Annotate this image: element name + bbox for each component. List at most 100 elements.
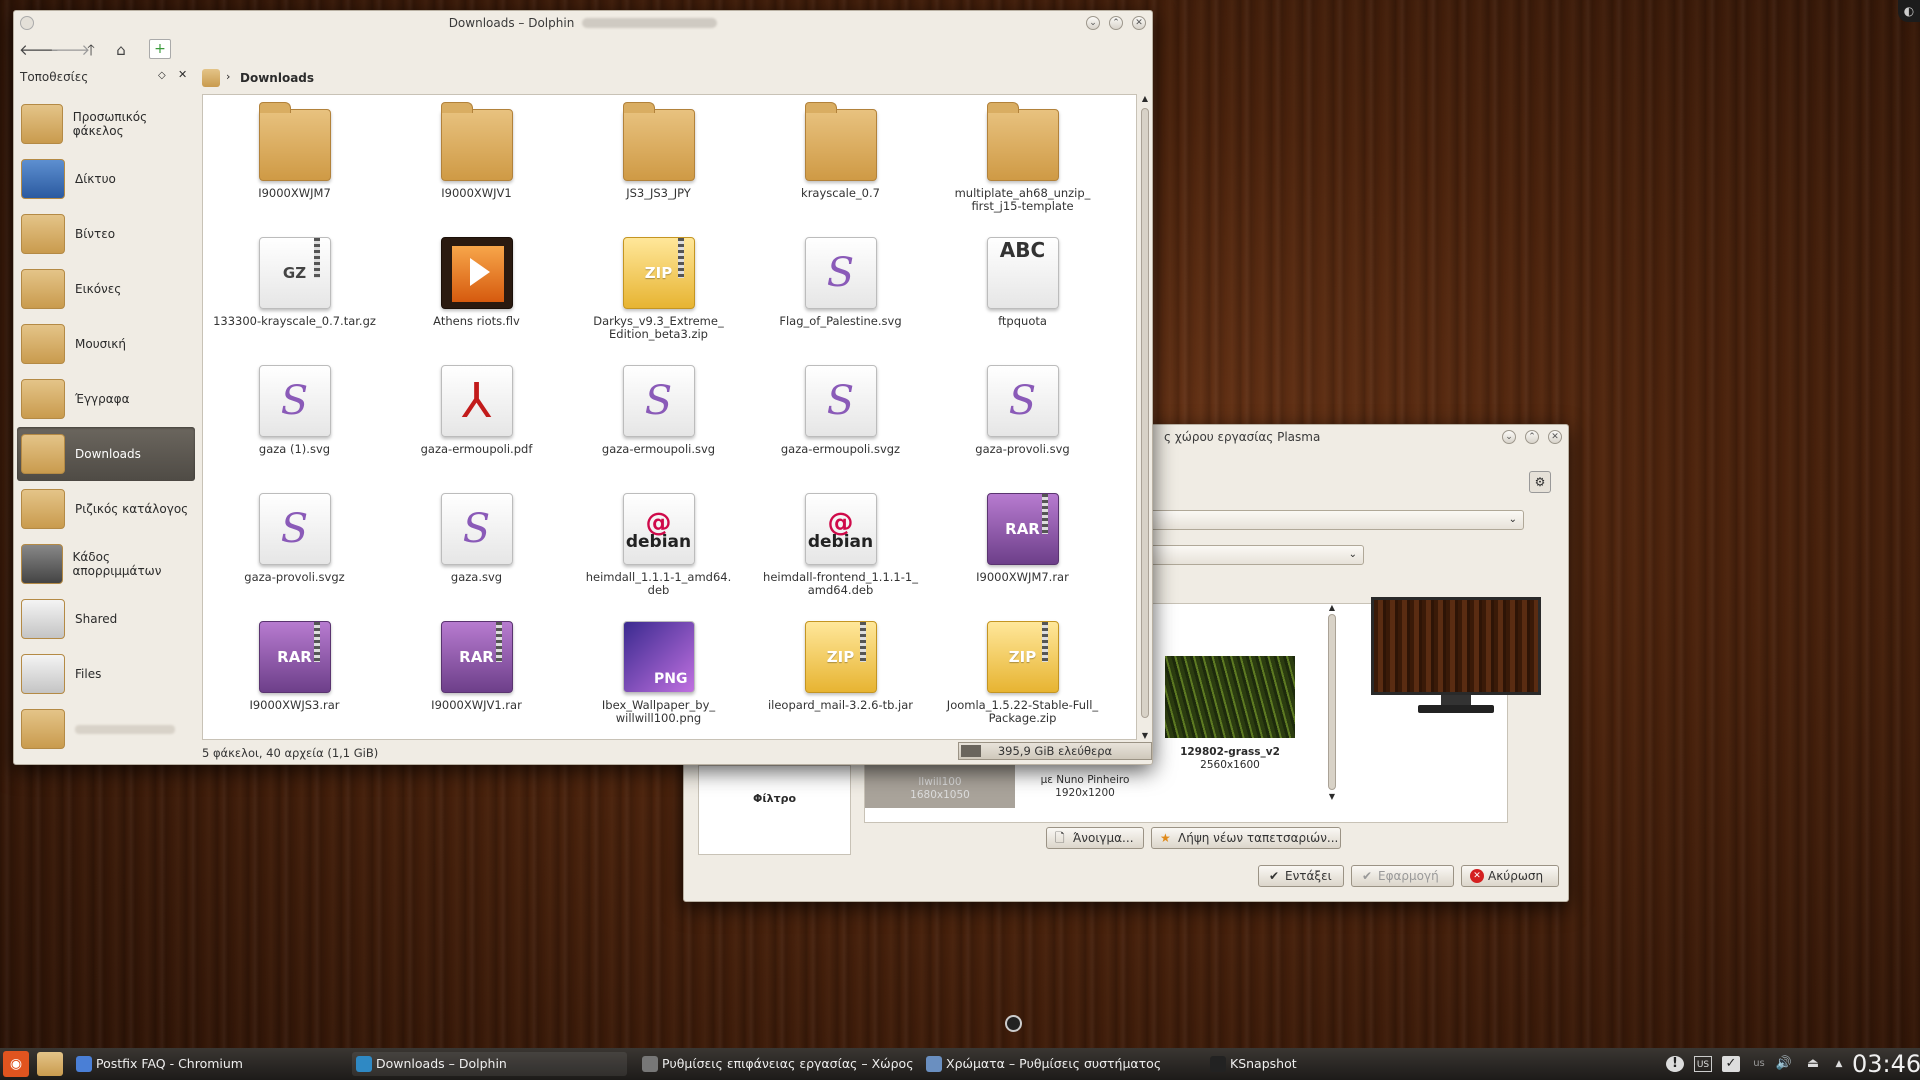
file-name: I9000XWJV1 — [441, 186, 512, 200]
language-icon[interactable]: us — [1750, 1056, 1768, 1072]
place-item-wifi[interactable] — [17, 702, 195, 756]
place-item[interactable]: Shared — [17, 592, 195, 646]
file-name: I9000XWJM7.rar — [976, 570, 1069, 584]
file-item[interactable]: Sgaza.svg — [394, 493, 559, 584]
wallpaper-type-combobox[interactable]: ⌄ — [1144, 545, 1364, 565]
back-button[interactable]: 🡐 — [19, 39, 59, 61]
svg-image-icon: S — [258, 365, 331, 437]
file-item[interactable]: RAR I9000XWJV1.rar — [394, 621, 559, 712]
keyboard-icon[interactable]: US — [1694, 1056, 1712, 1072]
file-item[interactable]: GZ 133300-krayscale_0.7.tar.gz — [212, 237, 377, 328]
close-button[interactable]: ✕ — [1132, 16, 1146, 30]
file-item[interactable]: multiplate_ah68_unzip_ first_j15-templat… — [940, 102, 1105, 213]
file-item[interactable]: I9000XWJM7 — [212, 102, 377, 200]
wallpaper-item-mid[interactable]: με Nuno Pinheiro 1920x1200 — [1015, 774, 1155, 800]
wallpaper-item-left[interactable]: llwill100 1680x1050 — [865, 764, 1015, 808]
place-item[interactable]: Βίντεο — [17, 207, 195, 261]
place-item[interactable]: Ριζικός κατάλογος — [17, 482, 195, 536]
new-tab-button[interactable]: + — [149, 39, 171, 59]
places-close-button[interactable]: ✕ — [178, 68, 187, 81]
open-wallpaper-button[interactable]: 🗋 Άνοιγμα... — [1046, 827, 1144, 849]
desktop-corner-toolbox[interactable]: ◐ — [1898, 0, 1920, 22]
file-item[interactable]: S Flag_of_Palestine.svg — [758, 237, 923, 328]
breadcrumb[interactable]: Downloads — [240, 71, 314, 85]
maximize-button[interactable]: ⌃ — [1525, 430, 1539, 444]
file-item[interactable]: ZIP ileopard_mail-3.2.6-tb.jar — [758, 621, 923, 712]
file-item[interactable]: ABC ftpquota — [940, 237, 1105, 328]
scroll-down-arrow[interactable]: ▼ — [1326, 792, 1338, 801]
taskbar-task[interactable]: KSnapshot — [1206, 1052, 1356, 1076]
taskbar-task[interactable]: Downloads – Dolphin — [352, 1052, 627, 1076]
folder-launcher-icon[interactable] — [37, 1052, 63, 1076]
ok-button[interactable]: ✔ Εντάξει — [1258, 865, 1344, 887]
check-icon: ✔ — [1362, 869, 1373, 883]
file-item[interactable]: ⅄ gaza-ermoupoli.pdf — [394, 365, 559, 456]
file-item[interactable]: Sgaza-ermoupoli.svgz — [758, 365, 923, 456]
minimize-button[interactable]: ⌄ — [1086, 16, 1100, 30]
scroll-thumb[interactable] — [1328, 614, 1336, 790]
dolphin-titlebar[interactable]: Downloads – Dolphin — [14, 11, 1152, 35]
place-item[interactable]: Προσωπικός φάκελος — [17, 97, 195, 151]
location-bar[interactable]: › Downloads — [202, 67, 1142, 89]
scroll-down-arrow[interactable]: ▼ — [1139, 731, 1151, 740]
file-item[interactable]: Sgaza-provoli.svgz — [212, 493, 377, 584]
desktop-widget-icon[interactable] — [1005, 1015, 1022, 1032]
up-button[interactable]: 🡑 — [80, 39, 102, 61]
free-space-indicator[interactable]: 395,9 GiB ελεύθερα — [958, 742, 1152, 760]
notifications-icon[interactable]: ! — [1666, 1056, 1684, 1072]
zipper-icon — [495, 622, 502, 662]
tray-expand-icon[interactable]: ▲ — [1830, 1056, 1848, 1072]
tasks-icon[interactable]: ✓ — [1722, 1056, 1740, 1072]
file-item[interactable]: Athens riots.flv — [394, 237, 559, 328]
file-item[interactable]: RAR I9000XWJM7.rar — [940, 493, 1105, 584]
minimize-button[interactable]: ⌄ — [1502, 430, 1516, 444]
file-item[interactable]: @ debian heimdall-frontend_1.1.1-1_ amd64.… — [758, 493, 923, 597]
place-item[interactable]: Files — [17, 647, 195, 701]
file-view-scrollbar[interactable]: ▲ ▼ — [1139, 94, 1151, 740]
settings-tool-icon[interactable]: ⚙ — [1529, 471, 1551, 493]
taskbar-task[interactable]: Ρυθμίσεις επιφάνειας εργασίας – Χώρος ερ… — [638, 1052, 913, 1076]
file-item[interactable]: @ debian heimdall_1.1.1-1_amd64. deb — [576, 493, 741, 597]
file-item[interactable]: PNG Ibex_Wallpaper_by_ willwill100.png — [576, 621, 741, 725]
file-item[interactable]: JS3_JS3_JPY — [576, 102, 741, 200]
place-item[interactable]: Κάδος απορριμμάτων — [17, 537, 195, 591]
place-item[interactable]: Δίκτυο — [17, 152, 195, 206]
monitor-stand — [1441, 695, 1471, 705]
maximize-button[interactable]: ⌃ — [1109, 16, 1123, 30]
scroll-up-arrow[interactable]: ▲ — [1139, 94, 1151, 103]
wallpaper-list-scrollbar[interactable]: ▲ ▼ — [1326, 603, 1338, 823]
place-label: Βίντεο — [75, 227, 116, 241]
layout-combobox[interactable]: ⌄ — [1144, 510, 1524, 530]
volume-icon[interactable]: 🔊 — [1775, 1056, 1793, 1072]
forward-button[interactable]: 🡒 — [50, 39, 90, 61]
file-item[interactable]: Sgaza-provoli.svg — [940, 365, 1105, 456]
clock[interactable]: 03:46 — [1852, 1050, 1920, 1078]
place-item[interactable]: Εικόνες — [17, 262, 195, 316]
home-button[interactable]: ⌂ — [110, 39, 132, 61]
scroll-thumb[interactable] — [1141, 108, 1149, 718]
file-item[interactable]: Sgaza (1).svg — [212, 365, 377, 456]
file-item[interactable]: I9000XWJV1 — [394, 102, 559, 200]
wallpaper-item-grass[interactable]: 129802-grass_v2 2560x1600 — [1155, 656, 1305, 772]
cancel-button[interactable]: ✕ Ακύρωση — [1461, 865, 1559, 887]
eject-icon[interactable]: ⏏ — [1804, 1056, 1822, 1072]
scroll-up-arrow[interactable]: ▲ — [1326, 603, 1338, 612]
file-item[interactable]: krayscale_0.7 — [758, 102, 923, 200]
svg-image-icon: S — [986, 365, 1059, 437]
apply-button[interactable]: ✔ Εφαρμογή — [1351, 865, 1454, 887]
taskbar-task[interactable]: Postfix FAQ - Chromium — [72, 1052, 342, 1076]
place-item[interactable]: Downloads — [17, 427, 195, 481]
get-new-wallpapers-button[interactable]: ★ Λήψη νέων ταπετσαριών... — [1151, 827, 1341, 849]
places-float-button[interactable]: ◇ — [158, 70, 166, 81]
file-item[interactable]: RAR I9000XWJS3.rar — [212, 621, 377, 712]
ubuntu-menu-button[interactable]: ◉ — [3, 1051, 29, 1077]
file-item[interactable]: ZIP Darkys_v9.3_Extreme_ Edition_beta3.zi… — [576, 237, 741, 341]
close-button[interactable]: ✕ — [1548, 430, 1562, 444]
file-item[interactable]: Sgaza-ermoupoli.svg — [576, 365, 741, 456]
file-view[interactable]: I9000XWJM7 I9000XWJV1 JS3_JS3_JPY krayscale… — [202, 94, 1137, 740]
place-item[interactable]: Έγγραφα — [17, 372, 195, 426]
window-menu-icon[interactable] — [20, 16, 34, 30]
file-item[interactable]: ZIP Joomla_1.5.22-Stable-Full_ Package.zi… — [940, 621, 1105, 725]
place-item[interactable]: Μουσική — [17, 317, 195, 371]
taskbar-task[interactable]: Χρώματα – Ρυθμίσεις συστήματος — [922, 1052, 1197, 1076]
